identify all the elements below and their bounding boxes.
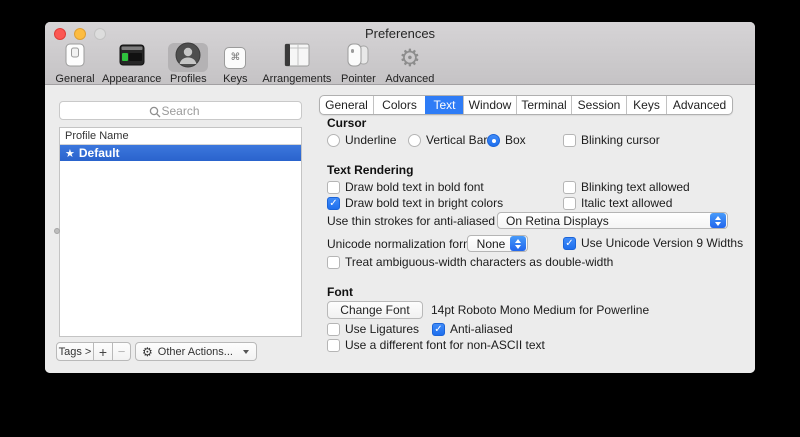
- remove-profile-button[interactable]: −: [113, 342, 131, 361]
- profile-list: Profile Name ★ Default: [59, 127, 302, 337]
- tab-general[interactable]: General: [320, 96, 373, 114]
- checkbox-ambiguous-width[interactable]: [327, 256, 340, 269]
- search-input[interactable]: [60, 102, 301, 119]
- tab-session[interactable]: Session: [571, 96, 626, 114]
- general-icon: [65, 43, 85, 72]
- change-font-button[interactable]: Change Font: [327, 301, 423, 319]
- radio-vertical-bar[interactable]: [408, 134, 421, 147]
- checkbox-non-ascii-font-label: Use a different font for non-ASCII text: [345, 338, 545, 352]
- font-heading: Font: [327, 285, 353, 299]
- text-rendering-heading: Text Rendering: [327, 163, 413, 177]
- toolbar-label: Advanced: [385, 73, 434, 85]
- checkbox-antialiased-label: Anti-aliased: [450, 322, 513, 336]
- search-field[interactable]: [59, 101, 302, 120]
- checkbox-ambiguous-width-label: Treat ambiguous-width characters as doub…: [345, 255, 613, 269]
- checkbox-unicode9-widths[interactable]: ✓: [563, 237, 576, 250]
- checkbox-antialiased[interactable]: ✓: [432, 323, 445, 336]
- radio-box[interactable]: [487, 134, 500, 147]
- toolbar-item-advanced[interactable]: ⚙ Advanced: [385, 43, 434, 85]
- stepper-icon: [710, 213, 726, 228]
- text-settings-panel: General Colors Text Window Terminal Sess…: [310, 85, 755, 373]
- tab-keys[interactable]: Keys: [626, 96, 666, 114]
- chevron-down-icon: [243, 350, 249, 354]
- checkbox-bright-colors[interactable]: ✓: [327, 197, 340, 210]
- checkbox-bright-colors-label: Draw bold text in bright colors: [345, 196, 503, 210]
- toolbar-label: General: [55, 73, 94, 85]
- toolbar-label: Pointer: [341, 73, 376, 85]
- checkbox-non-ascii-font[interactable]: [327, 339, 340, 352]
- window-title: Preferences: [45, 26, 755, 41]
- unicode-normalization-dropdown[interactable]: None: [467, 235, 528, 252]
- tab-advanced[interactable]: Advanced: [666, 96, 732, 114]
- advanced-gear-icon: ⚙: [399, 46, 421, 70]
- tab-window[interactable]: Window: [463, 96, 516, 114]
- checkbox-blinking-cursor-label: Blinking cursor: [581, 133, 660, 147]
- checkbox-italic-text-label: Italic text allowed: [581, 196, 672, 210]
- tags-button[interactable]: Tags >: [56, 342, 94, 361]
- splitter-handle[interactable]: [54, 228, 60, 234]
- tab-bar: General Colors Text Window Terminal Sess…: [319, 95, 733, 115]
- add-profile-button[interactable]: +: [94, 342, 113, 361]
- thin-strokes-dropdown[interactable]: On Retina Displays: [497, 212, 728, 229]
- toolbar-label: Appearance: [102, 73, 161, 85]
- stepper-icon: [510, 236, 526, 251]
- toolbar-item-profiles[interactable]: Profiles: [168, 43, 208, 85]
- preferences-window: Preferences General Appearance Profiles: [45, 22, 755, 373]
- toolbar-label: Keys: [223, 73, 247, 85]
- toolbar: General Appearance Profiles ⌘ Keys: [55, 43, 434, 85]
- toolbar-item-arrangements[interactable]: Arrangements: [262, 43, 331, 85]
- checkbox-blinking-cursor[interactable]: [563, 134, 576, 147]
- checkbox-blinking-text[interactable]: [563, 181, 576, 194]
- content-area: Profile Name ★ Default Tags > + − ⚙ Othe…: [45, 85, 755, 373]
- checkbox-unicode9-widths-label: Use Unicode Version 9 Widths: [581, 236, 743, 250]
- thin-strokes-value: On Retina Displays: [498, 214, 710, 228]
- star-icon: ★: [65, 147, 75, 160]
- unicode-normalization-label: Unicode normalization form:: [327, 237, 476, 251]
- toolbar-item-general[interactable]: General: [55, 43, 95, 85]
- radio-box-label: Box: [505, 133, 526, 147]
- pointer-icon: [347, 43, 369, 72]
- toolbar-item-appearance[interactable]: Appearance: [102, 43, 161, 85]
- other-actions-label: Other Actions...: [158, 346, 233, 358]
- thin-strokes-label: Use thin strokes for anti-aliased text: [327, 214, 518, 228]
- keys-icon: ⌘: [224, 47, 246, 69]
- toolbar-label: Profiles: [170, 73, 207, 85]
- radio-underline-label: Underline: [345, 133, 396, 147]
- toolbar-item-pointer[interactable]: Pointer: [338, 43, 378, 85]
- arrangements-icon: [284, 43, 310, 72]
- profile-row-default[interactable]: ★ Default: [60, 145, 301, 161]
- titlebar: Preferences General Appearance Profiles: [45, 22, 755, 85]
- radio-vertical-bar-label: Vertical Bar: [426, 133, 487, 147]
- checkbox-bold-font-label: Draw bold text in bold font: [345, 180, 484, 194]
- other-actions-button[interactable]: ⚙ Other Actions...: [135, 342, 257, 361]
- checkbox-use-ligatures-label: Use Ligatures: [345, 322, 419, 336]
- appearance-icon: [119, 44, 145, 71]
- radio-underline[interactable]: [327, 134, 340, 147]
- gear-icon: ⚙: [142, 345, 153, 359]
- current-font-label: 14pt Roboto Mono Medium for Powerline: [431, 303, 649, 317]
- tab-text[interactable]: Text: [425, 96, 463, 114]
- tab-terminal[interactable]: Terminal: [516, 96, 571, 114]
- profile-list-header: Profile Name: [60, 128, 301, 145]
- toolbar-label: Arrangements: [262, 73, 331, 85]
- checkbox-use-ligatures[interactable]: [327, 323, 340, 336]
- tab-colors[interactable]: Colors: [373, 96, 425, 114]
- checkbox-italic-text[interactable]: [563, 197, 576, 210]
- toolbar-item-keys[interactable]: ⌘ Keys: [215, 43, 255, 85]
- profiles-icon: [175, 42, 201, 73]
- checkbox-blinking-text-label: Blinking text allowed: [581, 180, 690, 194]
- checkbox-bold-font[interactable]: [327, 181, 340, 194]
- profile-list-buttons: Tags > + − ⚙ Other Actions...: [56, 342, 257, 361]
- unicode-normalization-value: None: [468, 237, 510, 251]
- profile-name: Default: [79, 146, 120, 160]
- cursor-heading: Cursor: [327, 116, 366, 130]
